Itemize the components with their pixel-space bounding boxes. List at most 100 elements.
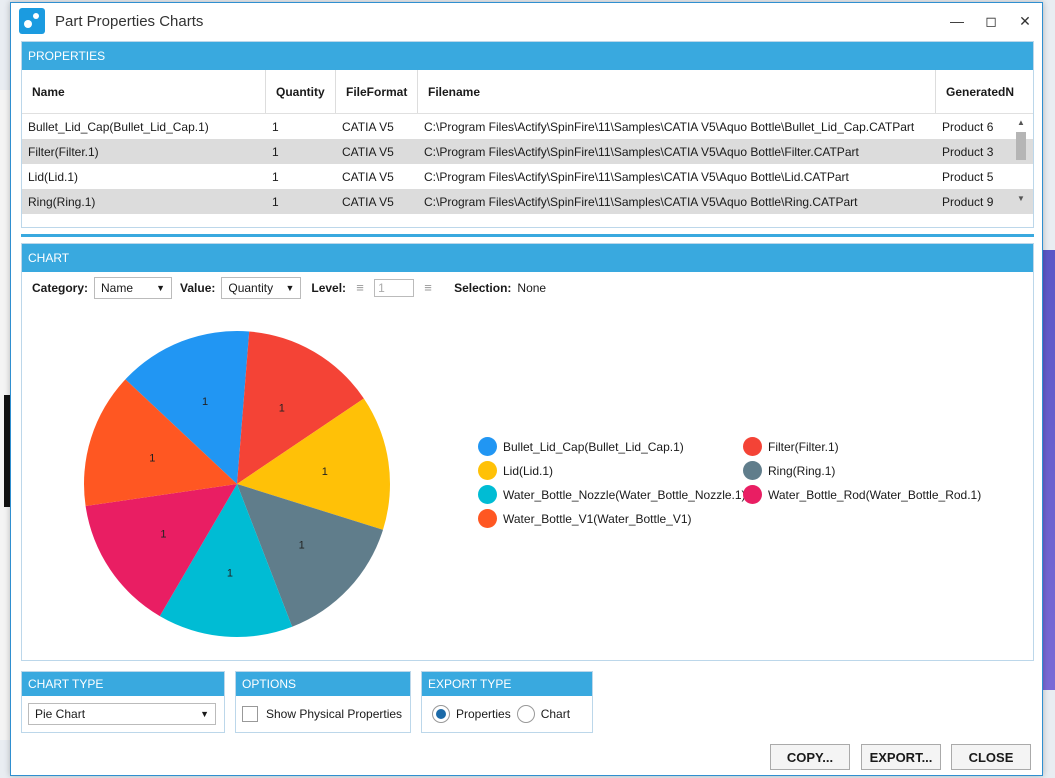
chart-type-group: CHART TYPE Pie Chart ▼: [21, 671, 225, 733]
show-physical-checkbox[interactable]: [242, 706, 258, 722]
copy-button[interactable]: COPY...: [770, 744, 850, 770]
export-type-header: EXPORT TYPE: [422, 672, 592, 696]
table-cell: Lid(Lid.1): [28, 169, 79, 184]
app-icon: [19, 8, 45, 34]
table-cell: Product 5: [942, 169, 994, 184]
column-header-fileformat[interactable]: FileFormat: [336, 70, 418, 113]
part-properties-window: Part Properties Charts — ◻ ✕ PROPERTIES …: [10, 2, 1043, 776]
pie-data-label: 1: [299, 540, 305, 552]
scroll-down-icon[interactable]: ▼: [1015, 194, 1027, 203]
table-row[interactable]: Bullet_Lid_Cap(Bullet_Lid_Cap.1) 1 CATIA V…: [22, 114, 1033, 139]
legend-label: Ring(Ring.1): [768, 463, 836, 478]
close-icon[interactable]: ✕: [1008, 7, 1042, 35]
close-button[interactable]: CLOSE: [951, 744, 1031, 770]
legend-swatch: [478, 485, 497, 504]
table-row[interactable]: Filter(Filter.1) 1 CATIA V5 C:\Program File…: [22, 139, 1033, 164]
table-cell: 1: [272, 194, 279, 209]
legend-label: Water_Bottle_Nozzle(Water_Bottle_Nozzle.…: [503, 487, 746, 502]
pie-data-label: 1: [202, 396, 208, 408]
pie-data-label: 1: [322, 466, 328, 478]
properties-header: PROPERTIES: [22, 42, 1033, 70]
table-row[interactable]: Lid(Lid.1) 1 CATIA V5 C:\Program Files\Acti…: [22, 164, 1033, 189]
table-cell: Product 9: [942, 194, 994, 209]
column-header-quantity[interactable]: Quantity: [266, 70, 336, 113]
table-cell: Filter(Filter.1): [28, 144, 99, 159]
table-cell: 1: [272, 119, 279, 134]
legend-item[interactable]: Water_Bottle_Nozzle(Water_Bottle_Nozzle.…: [478, 485, 746, 504]
scroll-up-icon[interactable]: ▲: [1015, 118, 1027, 127]
properties-panel: PROPERTIES Name Quantity FileFormat File…: [21, 41, 1034, 256]
radio-chart[interactable]: [516, 705, 535, 723]
category-value: Name: [101, 281, 134, 295]
chart-legend: Bullet_Lid_Cap(Bullet_Lid_Cap.1) Filter(F…: [478, 437, 1008, 528]
vertical-scroll-thumb[interactable]: [1016, 132, 1026, 160]
legend-item[interactable]: Ring(Ring.1): [743, 461, 1008, 480]
table-cell: CATIA V5: [342, 119, 394, 134]
background-right-strip: [1041, 250, 1055, 690]
selection-label: Selection:: [454, 281, 512, 295]
table-cell: Bullet_Lid_Cap(Bullet_Lid_Cap.1): [28, 119, 209, 134]
category-label: Category:: [32, 281, 89, 295]
level-label: Level:: [311, 281, 347, 295]
level-up-icon[interactable]: ≡: [420, 280, 436, 296]
table-cell: Product 3: [942, 144, 994, 159]
legend-item[interactable]: Bullet_Lid_Cap(Bullet_Lid_Cap.1): [478, 437, 743, 456]
options-header: OPTIONS: [236, 672, 410, 696]
legend-label: Water_Bottle_Rod(Water_Bottle_Rod.1): [768, 487, 982, 502]
level-input[interactable]: 1: [374, 279, 415, 297]
column-header-name[interactable]: Name: [22, 70, 266, 113]
window-title: Part Properties Charts: [55, 12, 204, 30]
export-button[interactable]: EXPORT...: [861, 744, 941, 770]
export-type-group: EXPORT TYPE Properties Chart: [421, 671, 593, 733]
grid-header: Name Quantity FileFormat Filename Genera…: [22, 70, 1033, 114]
level-down-icon[interactable]: ≡: [352, 280, 368, 296]
chart-header: CHART: [22, 244, 1033, 272]
value-select[interactable]: Quantity ▼: [221, 277, 302, 299]
value-value: Quantity: [228, 281, 274, 295]
legend-swatch: [743, 461, 762, 480]
pie-data-label: 1: [149, 452, 155, 464]
table-cell: CATIA V5: [342, 169, 394, 184]
chevron-down-icon: ▼: [200, 709, 209, 719]
grid-body: Bullet_Lid_Cap(Bullet_Lid_Cap.1) 1 CATIA V…: [22, 114, 1033, 214]
column-header-generated[interactable]: GeneratedN: [936, 70, 1022, 113]
legend-item[interactable]: Water_Bottle_V1(Water_Bottle_V1): [478, 509, 743, 528]
legend-swatch: [478, 461, 497, 480]
radio-properties[interactable]: [432, 705, 450, 723]
show-physical-label[interactable]: Show Physical Properties: [266, 707, 402, 721]
table-cell: Ring(Ring.1): [28, 194, 96, 209]
panel-splitter[interactable]: [21, 234, 1034, 237]
legend-label: Water_Bottle_V1(Water_Bottle_V1): [503, 511, 692, 526]
legend-label: Filter(Filter.1): [768, 439, 839, 454]
chart-panel: CHART Category: Name ▼ Value: Quantity ▼ L…: [21, 243, 1034, 661]
legend-item[interactable]: Water_Bottle_Rod(Water_Bottle_Rod.1): [743, 485, 1008, 504]
table-cell: CATIA V5: [342, 144, 394, 159]
pie-data-label: 1: [279, 402, 285, 414]
table-cell: C:\Program Files\Actify\SpinFire\11\Samp…: [424, 194, 858, 209]
options-group: OPTIONS Show Physical Properties: [235, 671, 411, 733]
table-cell: C:\Program Files\Actify\SpinFire\11\Samp…: [424, 169, 849, 184]
chart-type-value: Pie Chart: [35, 707, 86, 721]
vertical-scrollbar[interactable]: ▲ ▼: [1015, 118, 1027, 206]
table-cell: 1: [272, 144, 279, 159]
radio-chart-label[interactable]: Chart: [541, 707, 570, 721]
chart-toolbar: Category: Name ▼ Value: Quantity ▼ Level: …: [22, 272, 1033, 304]
table-cell: 1: [272, 169, 279, 184]
minimize-icon[interactable]: —: [940, 7, 974, 35]
maximize-icon[interactable]: ◻: [974, 7, 1008, 35]
pie-chart[interactable]: 1 1 1 1 1 1 1: [82, 329, 392, 639]
radio-properties-label[interactable]: Properties: [456, 707, 511, 721]
chevron-down-icon: ▼: [156, 283, 166, 293]
legend-item[interactable]: Filter(Filter.1): [743, 437, 1008, 456]
legend-swatch: [478, 509, 497, 528]
table-row[interactable]: Ring(Ring.1) 1 CATIA V5 C:\Program Files\Ac…: [22, 189, 1033, 214]
category-select[interactable]: Name ▼: [94, 277, 173, 299]
chart-type-select[interactable]: Pie Chart ▼: [28, 703, 216, 725]
title-bar: Part Properties Charts — ◻ ✕: [11, 3, 1042, 39]
legend-item[interactable]: Lid(Lid.1): [478, 461, 743, 480]
column-header-filename[interactable]: Filename: [418, 70, 936, 113]
chevron-down-icon: ▼: [285, 283, 295, 293]
legend-swatch: [743, 485, 762, 504]
pie-data-label: 1: [160, 529, 166, 541]
value-label: Value:: [180, 281, 216, 295]
